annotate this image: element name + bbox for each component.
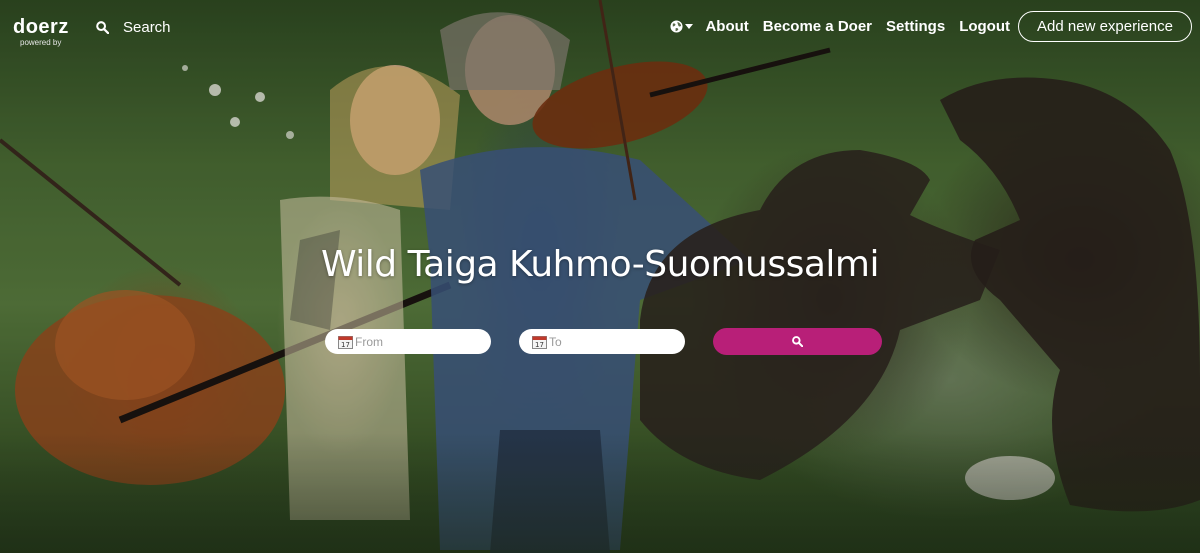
from-date-field[interactable]: 17 From (325, 329, 491, 354)
logo-tagline: powered by (20, 38, 62, 47)
svg-text:17: 17 (341, 341, 350, 349)
to-date-placeholder: To (549, 334, 562, 349)
globe-icon (670, 20, 683, 33)
nav-link-settings[interactable]: Settings (886, 18, 945, 35)
search-link[interactable]: Search (96, 19, 171, 36)
chevron-down-icon (685, 23, 694, 29)
search-icon (792, 336, 803, 347)
hero-title: Wild Taiga Kuhmo-Suomussalmi (321, 244, 879, 285)
search-link-label: Search (123, 19, 171, 36)
add-new-experience-button[interactable]: Add new experience (1018, 11, 1192, 42)
to-date-field[interactable]: 17 To (519, 329, 685, 354)
search-icon (96, 21, 109, 34)
calendar-icon: 17 (338, 335, 353, 349)
from-date-placeholder: From (355, 334, 383, 349)
doerz-logo[interactable]: doerz powered by (13, 16, 69, 47)
calendar-icon: 17 (532, 335, 547, 349)
nav-link-about[interactable]: About (705, 18, 748, 35)
top-navigation: doerz powered by Search About Become a D… (0, 0, 1200, 56)
svg-text:17: 17 (535, 341, 544, 349)
nav-link-become-a-doer[interactable]: Become a Doer (763, 18, 872, 35)
nav-right-group: About Become a Doer Settings Logout Add … (670, 11, 1192, 42)
language-selector[interactable] (670, 20, 694, 33)
search-submit-button[interactable] (713, 328, 882, 355)
logo-wordmark: doerz (13, 16, 69, 38)
nav-link-logout[interactable]: Logout (959, 18, 1010, 35)
